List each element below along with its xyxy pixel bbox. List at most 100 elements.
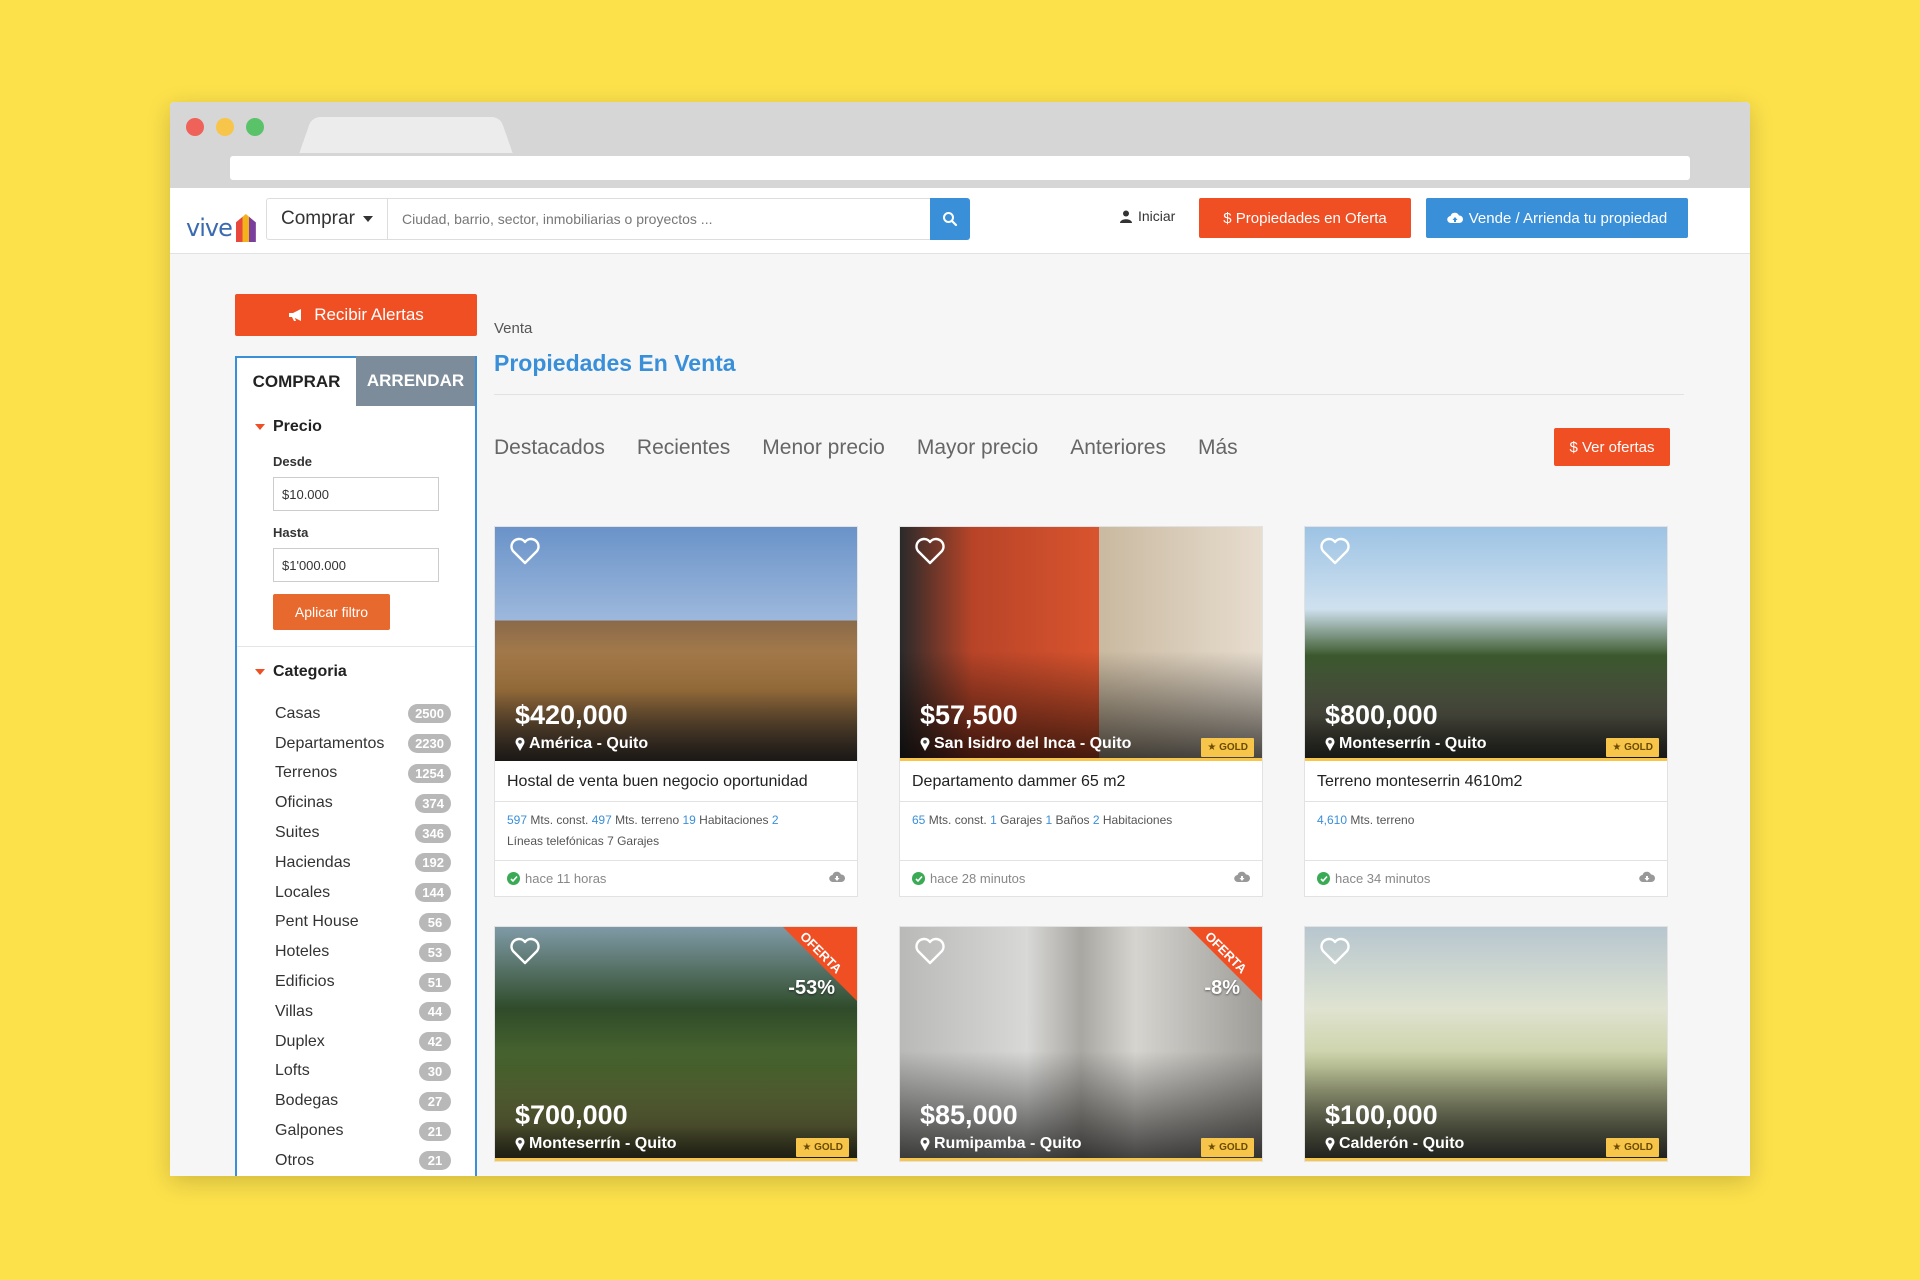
search-button[interactable] — [930, 198, 970, 240]
search-input[interactable]: Ciudad, barrio, sector, inmobiliarias o … — [388, 198, 931, 240]
listing-footer: hace 28 minutos — [900, 860, 1262, 896]
listing-price: $57,500 — [920, 700, 1018, 730]
favorite-heart-icon[interactable] — [509, 935, 541, 967]
listing-card[interactable]: OFERTA -8% $85,000 Rumipamba - Quito ★ GOLD — [899, 926, 1263, 1162]
caret-down-icon — [362, 216, 373, 222]
browser-tab[interactable] — [299, 117, 513, 154]
apply-filter-button[interactable]: Aplicar filtro — [273, 594, 390, 630]
site-logo[interactable]: vive — [186, 202, 256, 242]
sort-tab-item[interactable]: Menor precio — [762, 436, 885, 460]
listing-photo[interactable]: $420,000 América - Quito — [495, 527, 857, 761]
listing-location-label: América - Quito — [529, 735, 649, 752]
category-item[interactable]: Lofts 30 — [275, 1057, 451, 1087]
sort-tab-item[interactable]: Recientes — [637, 436, 730, 460]
category-section-header[interactable]: Categoria — [237, 651, 475, 693]
listing-title[interactable]: Hostal de venta buen negocio oportunidad — [495, 761, 857, 802]
listing-card[interactable]: $800,000 Monteserrín - Quito ★ GOLD Terreno… — [1304, 526, 1668, 897]
sort-tab-item[interactable]: Anteriores — [1070, 436, 1166, 460]
map-pin-icon — [515, 1137, 525, 1151]
map-pin-icon — [920, 737, 930, 751]
category-label: Duplex — [275, 1032, 325, 1050]
category-count-badge: 42 — [419, 1032, 451, 1052]
view-offers-button[interactable]: $ Ver ofertas — [1554, 428, 1670, 466]
listing-photo[interactable]: $800,000 Monteserrín - Quito ★ GOLD — [1305, 527, 1667, 761]
maximize-window-icon[interactable] — [246, 118, 264, 136]
category-item[interactable]: Oficinas 374 — [275, 788, 451, 818]
sort-tab-item[interactable]: Mayor precio — [917, 436, 1038, 460]
listing-card[interactable]: OFERTA -53% $700,000 Monteserrín - Quito ★ G… — [494, 926, 858, 1162]
favorite-heart-icon[interactable] — [914, 535, 946, 567]
sort-tab-item[interactable]: Destacados — [494, 436, 605, 460]
house-logo-icon — [235, 214, 256, 242]
category-item[interactable]: Locales 144 — [275, 878, 451, 908]
operation-select[interactable]: Comprar — [266, 198, 388, 240]
favorite-heart-icon[interactable] — [1319, 935, 1351, 967]
offers-properties-button[interactable]: $ Propiedades en Oferta — [1199, 198, 1411, 238]
listing-price: $800,000 — [1325, 700, 1438, 730]
close-window-icon[interactable] — [186, 118, 204, 136]
category-label: Otros — [275, 1151, 315, 1169]
category-label: Terrenos — [275, 764, 338, 782]
category-item[interactable]: Edificios 51 — [275, 967, 451, 997]
category-item[interactable]: Otros 21 — [275, 1146, 451, 1176]
category-item[interactable]: Departamentos 2230 — [275, 729, 451, 759]
sell-rent-button[interactable]: Vende / Arrienda tu propiedad — [1426, 198, 1688, 238]
listing-title[interactable]: Departamento dammer 65 m2 — [900, 761, 1262, 802]
category-item[interactable]: Casas 2500 — [275, 699, 451, 729]
category-count-badge: 2230 — [408, 734, 451, 754]
favorite-heart-icon[interactable] — [509, 535, 541, 567]
map-pin-icon — [515, 737, 525, 751]
discount-label: -8% — [1204, 977, 1240, 999]
site-navbar: vive Comprar Ciudad, barrio, sector, inm… — [170, 188, 1750, 254]
category-item[interactable]: Haciendas 192 — [275, 848, 451, 878]
sell-rent-label: Vende / Arrienda tu propiedad — [1468, 209, 1668, 227]
divider — [237, 646, 475, 647]
minimize-window-icon[interactable] — [216, 118, 234, 136]
category-label: Galpones — [275, 1122, 344, 1140]
listing-features: 65 Mts. const. 1 Garajes 1 Baños 2 Habit… — [900, 802, 1262, 860]
listing-photo[interactable]: OFERTA -8% $85,000 Rumipamba - Quito ★ GOLD — [900, 927, 1262, 1161]
receive-alerts-button[interactable]: Recibir Alertas — [235, 294, 477, 336]
listing-photo[interactable]: $57,500 San Isidro del Inca - Quito ★ GOLD — [900, 527, 1262, 761]
category-item[interactable]: Galpones 21 — [275, 1116, 451, 1146]
login-link[interactable]: Iniciar — [1120, 208, 1175, 224]
tab-comprar[interactable]: COMPRAR — [237, 356, 356, 406]
feature-label: Mts. const. — [925, 813, 987, 827]
listing-card[interactable]: $100,000 Calderón - Quito ★ GOLD — [1304, 926, 1668, 1162]
listing-title[interactable]: Terreno monteserrin 4610m2 — [1305, 761, 1667, 802]
login-label: Iniciar — [1138, 208, 1176, 224]
favorite-heart-icon[interactable] — [914, 935, 946, 967]
listing-card[interactable]: $420,000 América - Quito Hostal de venta b… — [494, 526, 858, 897]
category-item[interactable]: Bodegas 27 — [275, 1086, 451, 1116]
address-bar[interactable] — [230, 156, 1690, 180]
listing-card[interactable]: $57,500 San Isidro del Inca - Quito ★ GOLD… — [899, 526, 1263, 897]
category-item[interactable]: Hoteles 53 — [275, 937, 451, 967]
listing-photo[interactable]: OFERTA -53% $700,000 Monteserrín - Quito ★ G… — [495, 927, 857, 1161]
listing-features: 4,610 Mts. terreno — [1305, 802, 1667, 860]
cloud-download-icon[interactable] — [1234, 871, 1251, 886]
category-item[interactable]: Pent House 56 — [275, 908, 451, 938]
caret-down-icon — [255, 424, 265, 430]
price-from-input[interactable]: $10.000 — [273, 477, 439, 511]
category-count-badge: 1254 — [408, 763, 451, 783]
category-label: Bodegas — [275, 1092, 339, 1110]
listing-location-label: Calderón - Quito — [1339, 1135, 1465, 1152]
cloud-upload-icon — [1447, 212, 1463, 224]
listing-photo[interactable]: $100,000 Calderón - Quito ★ GOLD — [1305, 927, 1667, 1161]
cloud-download-icon[interactable] — [1639, 871, 1656, 886]
category-item[interactable]: Suites 346 — [275, 818, 451, 848]
sort-tab-item[interactable]: Más — [1198, 436, 1238, 460]
tab-arrendar[interactable]: ARRENDAR — [356, 356, 475, 406]
price-section-header[interactable]: Precio — [237, 406, 475, 448]
gold-bar — [900, 1158, 1262, 1161]
category-item[interactable]: Duplex 42 — [275, 1027, 451, 1057]
cloud-download-icon[interactable] — [829, 871, 846, 886]
category-section-label: Categoria — [273, 663, 347, 680]
breadcrumb[interactable]: Venta — [494, 320, 532, 337]
category-item[interactable]: Villas 44 — [275, 997, 451, 1027]
category-list: Casas 2500 Departamentos 2230 Terrenos 1254 Of… — [237, 693, 475, 1176]
browser-chrome — [170, 102, 1750, 188]
price-to-input[interactable]: $1'000.000 — [273, 548, 439, 582]
category-item[interactable]: Terrenos 1254 — [275, 759, 451, 789]
favorite-heart-icon[interactable] — [1319, 535, 1351, 567]
